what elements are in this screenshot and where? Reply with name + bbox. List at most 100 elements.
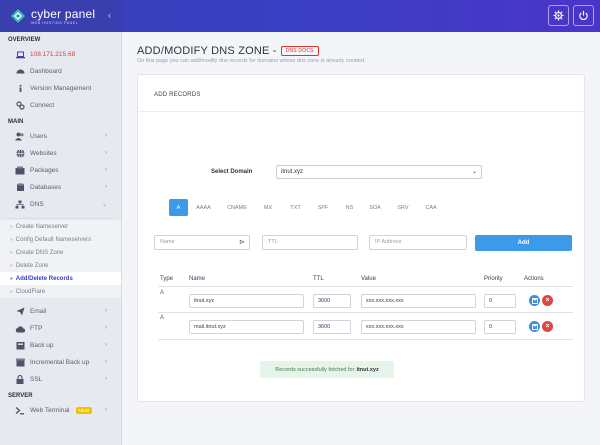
sidebar-item-email[interactable]: Email › (0, 303, 121, 320)
column-header-priority: Priority (484, 276, 503, 282)
delete-record-button[interactable]: × (542, 295, 553, 306)
sidebar-item-label: Dashboard (30, 68, 62, 75)
record-value-input[interactable]: xxx.xxx.xxx.xxx (361, 320, 476, 334)
sidebar-item-websites[interactable]: Websites › (0, 145, 121, 162)
chevron-right-icon: › (105, 133, 107, 139)
backup-icon (15, 341, 25, 351)
table-divider (158, 312, 573, 313)
sidebar-subitem-cloudflare[interactable]: CloudFlare (0, 285, 121, 298)
close-icon: × (545, 323, 550, 330)
sidebar-item-dashboard[interactable]: Dashboard (0, 63, 121, 80)
sidebar-item-web-terminal[interactable]: Web Terminal NEW › (0, 402, 121, 419)
record-name-input[interactable]: mail.itnut.xyz (189, 320, 304, 334)
sidebar-subitem-delete-zone[interactable]: Delete Zone (0, 259, 121, 272)
tab-aaaa[interactable]: AAAA (188, 199, 219, 216)
table-divider (158, 339, 573, 340)
record-value-input[interactable]: xxx.xxx.xxx.xxx (361, 294, 476, 308)
tab-srv[interactable]: SRV (387, 199, 419, 216)
tab-soa[interactable]: SOA (363, 199, 387, 216)
record-name-input[interactable]: itnut.xyz (189, 294, 304, 308)
sidebar-subitem-config-default-nameservers[interactable]: Config Default Nameservers (0, 233, 121, 246)
tab-caa[interactable]: CAA (419, 199, 443, 216)
gear-icon (553, 10, 564, 21)
record-priority-input[interactable]: 0 (484, 294, 516, 308)
sidebar-item-label: Incremental Back up (30, 359, 90, 366)
chevron-right-icon: › (105, 308, 107, 314)
column-header-ttl: TTL (313, 276, 324, 282)
select-domain-value: itnut.xyz (281, 169, 304, 175)
sidebar-item-dns[interactable]: DNS ⌄ (0, 196, 121, 213)
terminal-icon (15, 406, 25, 416)
column-header-actions: Actions (524, 276, 544, 282)
delete-record-button[interactable]: × (542, 321, 553, 332)
sidebar-item-version-management[interactable]: Version Management (0, 80, 121, 97)
info-icon (15, 84, 25, 94)
tab-txt[interactable]: TXT (281, 199, 310, 216)
card-title: ADD RECORDS (154, 92, 201, 98)
brand-subtitle: WEB HOSTING PANEL (31, 20, 79, 25)
add-record-button[interactable]: Add (475, 235, 572, 251)
ip-address-input[interactable]: IP Address (369, 235, 467, 250)
select-domain-dropdown[interactable]: itnut.xyz ⌄ (276, 165, 482, 179)
sidebar-item-ftp[interactable]: FTP › (0, 320, 121, 337)
sidebar: OVERVIEW 108.171.215.68 Dashboard Versio… (0, 32, 122, 445)
chevron-right-icon: › (105, 325, 107, 331)
section-title-main: MAIN (8, 119, 24, 125)
name-input-placeholder: Name (160, 239, 175, 245)
sidebar-subitem-add-delete-records[interactable]: Add/Delete Records (0, 272, 121, 285)
sidebar-item-label: Email (30, 308, 47, 315)
sidebar-item-label: Version Management (30, 85, 92, 92)
collapse-sidebar-icon[interactable]: ‹ (108, 10, 111, 20)
ttl-input[interactable]: TTL (262, 235, 358, 250)
logo-area[interactable]: cyber panel WEB HOSTING PANEL (0, 0, 122, 32)
sidebar-item-backup[interactable]: Back up › (0, 337, 121, 354)
record-ttl-input[interactable]: 3600 (313, 320, 351, 334)
sidebar-item-label: Packages (30, 167, 59, 174)
tab-a[interactable]: A (169, 199, 188, 216)
divider (8, 218, 113, 219)
tab-cname[interactable]: CNAME (219, 199, 255, 216)
page-title-text: ADD/MODIFY DNS ZONE - (137, 45, 277, 57)
close-icon: × (545, 297, 550, 304)
alert-text: Records successfully fetched for (275, 366, 355, 373)
laptop-icon (15, 50, 25, 60)
sidebar-item-ip[interactable]: 108.171.215.68 (0, 46, 121, 63)
sidebar-item-label: Users (30, 133, 47, 140)
sidebar-item-packages[interactable]: Packages › (0, 162, 121, 179)
main-content: ADD/MODIFY DNS ZONE - DNS DOCS On this p… (122, 32, 600, 445)
tab-spf[interactable]: SPF (310, 199, 336, 216)
chevron-right-icon: › (105, 184, 107, 190)
logout-button[interactable] (573, 5, 594, 26)
sidebar-item-label: Databases (30, 184, 62, 191)
power-icon (579, 10, 588, 21)
sidebar-item-label: FTP (30, 325, 43, 332)
tab-mx[interactable]: MX (255, 199, 281, 216)
page-description: On this page you can add/modify dns reco… (137, 58, 366, 64)
sidebar-item-ssl[interactable]: SSL › (0, 371, 121, 388)
sidebar-item-incremental-backup[interactable]: Incremental Back up › (0, 354, 121, 371)
save-record-button[interactable] (529, 321, 540, 332)
floppy-icon (531, 297, 538, 304)
settings-button[interactable] (548, 5, 569, 26)
sidebar-subitem-create-dns-zone[interactable]: Create DNS Zone (0, 246, 121, 259)
name-input[interactable]: Name ⊳ (154, 235, 250, 250)
record-ttl-input[interactable]: 3600 (313, 294, 351, 308)
sidebar-item-connect[interactable]: Connect (0, 97, 121, 114)
column-header-name: Name (189, 276, 206, 282)
lock-icon (15, 375, 25, 385)
users-icon (15, 132, 25, 142)
tab-ns[interactable]: NS (336, 199, 363, 216)
alert-domain: itnut.xyz (356, 366, 379, 373)
link-icon (15, 101, 25, 111)
record-priority-input[interactable]: 0 (484, 320, 516, 334)
sidebar-item-users[interactable]: Users › (0, 128, 121, 145)
save-record-button[interactable] (529, 295, 540, 306)
sidebar-item-databases[interactable]: Databases › (0, 179, 121, 196)
autofill-icon: ⊳ (239, 239, 245, 246)
chevron-right-icon: › (105, 376, 107, 382)
sidebar-item-label: Web Terminal (30, 407, 70, 414)
divider (138, 111, 584, 112)
sidebar-subitem-create-nameserver[interactable]: Create Nameserver (0, 220, 121, 233)
brand-title: cyber panel (31, 6, 96, 21)
dns-docs-link[interactable]: DNS DOCS (280, 46, 319, 56)
